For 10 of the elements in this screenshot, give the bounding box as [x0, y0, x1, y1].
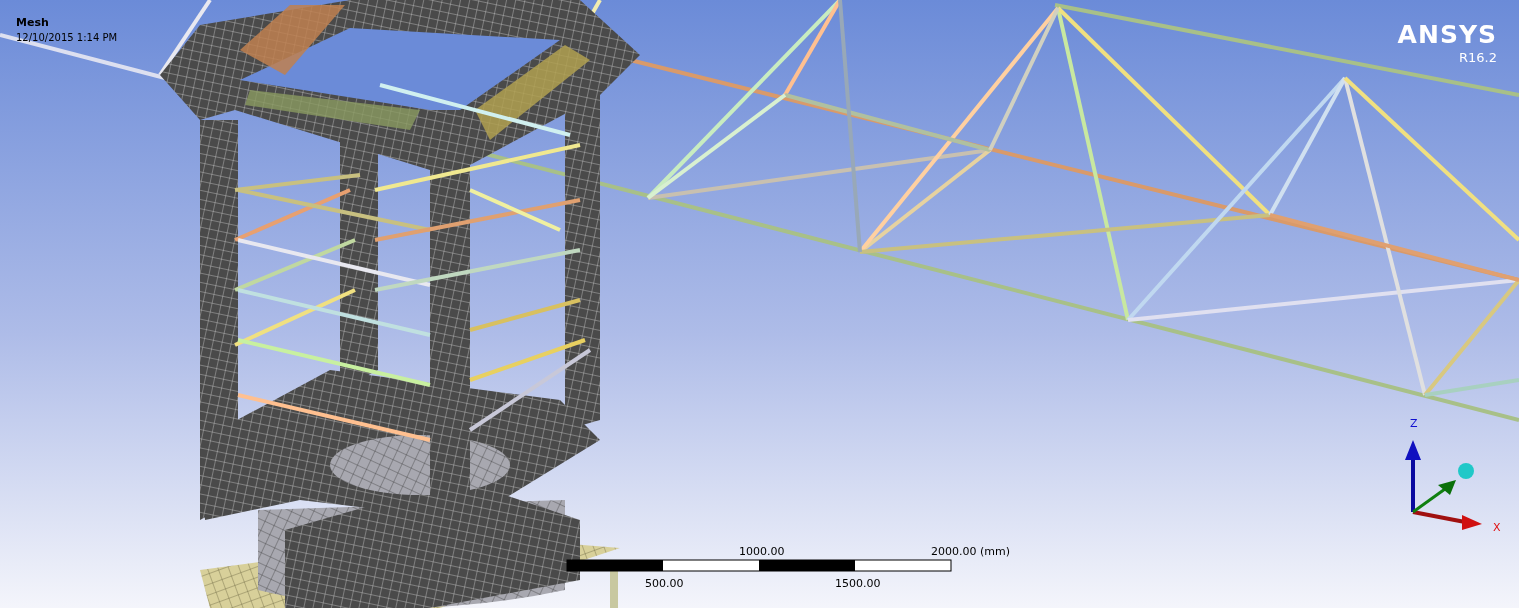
scale-label: 2000.00 (mm) [931, 545, 1010, 558]
scale-label: 1000.00 [739, 545, 785, 558]
logo-text: ANSYS [1397, 20, 1497, 49]
axis-label: X [1493, 521, 1501, 534]
version-text: R16.2 [1459, 50, 1497, 65]
scale-label: 1500.00 [835, 577, 881, 590]
axis-label: Z [1410, 417, 1418, 430]
scale-label: 500.00 [645, 577, 684, 590]
timestamp: 12/10/2015 1:14 PM [16, 32, 118, 43]
view-title: Mesh [16, 16, 49, 29]
